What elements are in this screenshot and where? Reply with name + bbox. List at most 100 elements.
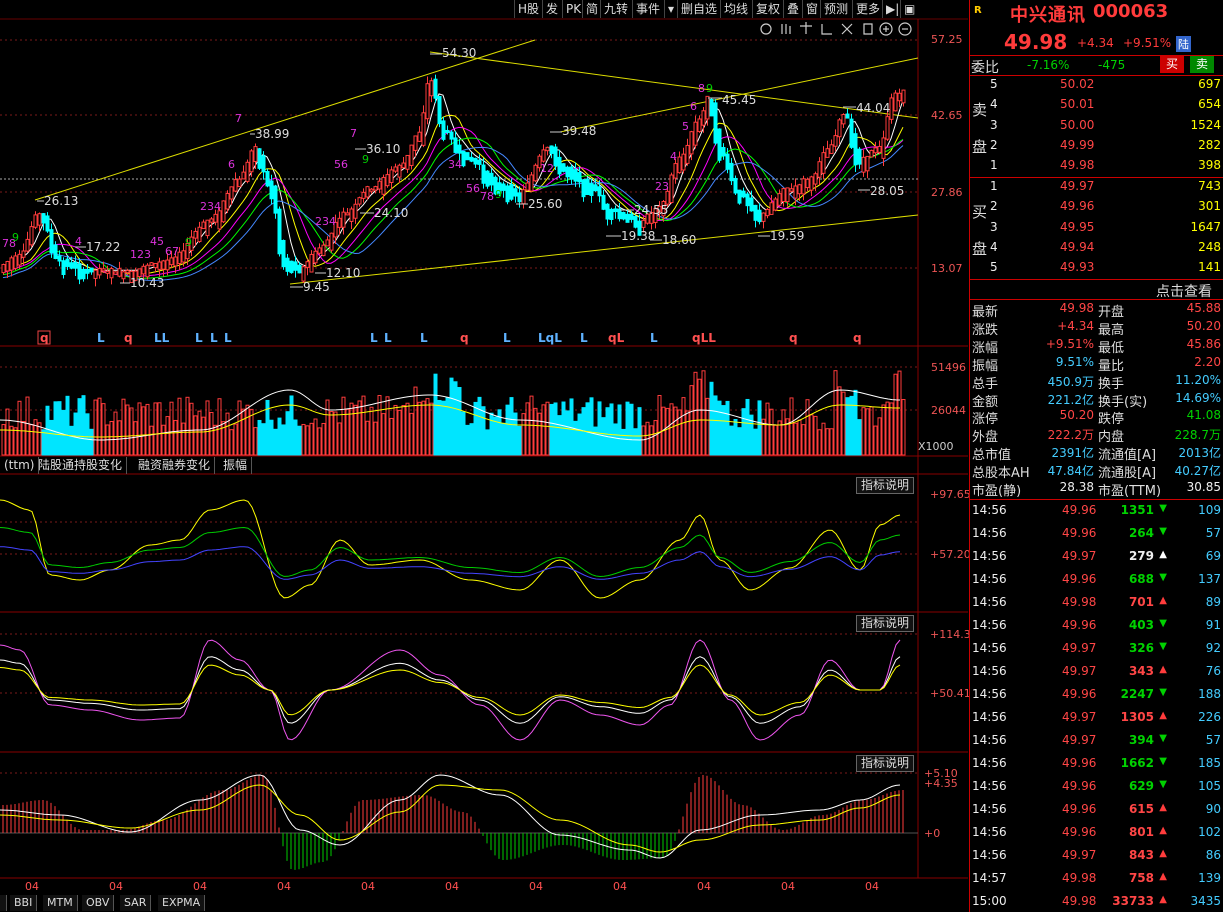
stat-label: 涨跌 <box>972 322 999 338</box>
volume-bar <box>305 425 310 456</box>
candle-body <box>785 187 790 203</box>
candle-body <box>109 268 114 279</box>
tick-row: 14:56 49.96 1351 ▼ 109 <box>970 503 1223 521</box>
volume-bar <box>325 399 330 456</box>
indicator-info-button-3[interactable]: 指标说明 <box>856 755 915 772</box>
indicator-info-button-2[interactable]: 指标说明 <box>856 615 915 632</box>
buy-level-row[interactable]: 3 49.95 1647 <box>970 220 1223 238</box>
candle-body <box>509 184 514 200</box>
bottom-tab-expma[interactable]: EXPMA <box>158 895 206 911</box>
candle-body <box>521 189 526 205</box>
volume-bar <box>237 400 242 456</box>
count-number: 9 <box>706 82 713 95</box>
tick-time: 14:56 <box>972 756 1007 770</box>
level-price: 49.98 <box>1060 158 1095 173</box>
buy-level-row[interactable]: 5 49.93 141 <box>970 260 1223 278</box>
bottom-tab-sar[interactable]: SAR <box>120 895 152 911</box>
sell-level-row[interactable]: 5 50.02 697 <box>970 77 1223 95</box>
candle-body <box>297 264 302 274</box>
buy-level-row[interactable]: 4 49.94 248 <box>970 240 1223 258</box>
candlestick-chart[interactable]: 789 41234567923467756 9234345678 912234568 9 <box>0 0 968 912</box>
undo-icon[interactable] <box>821 24 832 35</box>
buy-button[interactable]: 买 <box>1160 56 1184 73</box>
buy-level-row[interactable]: 1 49.97 743 <box>970 179 1223 197</box>
candle-body <box>753 204 758 221</box>
tab-northbound-holdings[interactable]: 陆股通持股变化 <box>34 457 128 474</box>
volume-bar <box>389 417 394 456</box>
hand-icon[interactable] <box>781 24 791 34</box>
candle-body <box>817 161 822 178</box>
candle-body <box>629 213 634 220</box>
candle-body <box>529 174 534 192</box>
candle-body <box>25 238 30 252</box>
copy-icon[interactable] <box>863 23 873 35</box>
level-volume: 1524 <box>1190 117 1221 132</box>
tick-price: 49.97 <box>1062 664 1097 678</box>
level-volume: 301 <box>1198 199 1221 214</box>
level-number: 2 <box>990 199 998 214</box>
candle-body <box>213 213 218 223</box>
count-number: 7 <box>350 127 357 140</box>
buy-level-row[interactable]: 2 49.96 301 <box>970 199 1223 217</box>
sell-level-row[interactable]: 4 50.01 654 <box>970 97 1223 115</box>
candle-body <box>853 133 858 166</box>
stat-row: 振幅 9.51% 量比 2.20 <box>970 355 1223 374</box>
stat-label: 市盈(静) <box>972 484 1022 499</box>
volume-bars[interactable] <box>1 370 906 456</box>
price-annotation: 36.10 <box>366 142 401 156</box>
sell-level-row[interactable]: 1 49.98 398 <box>970 158 1223 176</box>
tab-margin-trading[interactable]: 融资融券变化 <box>134 457 216 474</box>
candle-body <box>217 210 222 230</box>
tick-price: 49.97 <box>1062 549 1097 563</box>
volume-bar <box>417 401 422 456</box>
stat-label: 量比 <box>1098 358 1125 374</box>
volume-bar <box>841 391 846 456</box>
candle-body <box>821 152 826 174</box>
volume-bar <box>821 422 826 456</box>
candle-body <box>633 216 638 228</box>
volume-bar <box>769 408 774 456</box>
candle-body <box>769 202 774 215</box>
volume-bar <box>537 412 542 456</box>
tab-amplitude[interactable]: 振幅 <box>219 457 253 474</box>
volume-bar <box>197 410 202 456</box>
price-annotation: 9.45 <box>303 280 330 294</box>
candle-body <box>681 153 686 171</box>
candle-body <box>809 176 814 191</box>
candle-body <box>717 128 722 161</box>
volume-bar <box>477 396 482 456</box>
bottom-tab-bbi[interactable]: BBI <box>10 895 38 911</box>
volume-bar <box>837 386 842 456</box>
cut-icon[interactable] <box>841 23 853 35</box>
volume-bar <box>129 407 134 456</box>
sell-level-row[interactable]: 3 50.00 1524 <box>970 118 1223 136</box>
stat-label: 流通股[A] <box>1098 466 1157 482</box>
osc1-axis-label-top: +97.65 <box>930 488 971 501</box>
sell-button[interactable]: 卖 <box>1190 56 1214 73</box>
candle-body <box>21 250 26 258</box>
volume-bar <box>5 408 10 456</box>
candle-body <box>465 152 470 161</box>
tick-volume: 1351 <box>1120 503 1154 517</box>
tick-time: 14:56 <box>972 618 1007 632</box>
candle-body <box>749 197 754 212</box>
candle-body <box>405 154 410 170</box>
move-icon[interactable] <box>800 22 812 34</box>
indicator-info-button-1[interactable]: 指标说明 <box>856 477 915 494</box>
level-number: 1 <box>990 179 998 193</box>
volume-bar <box>713 395 718 456</box>
bottom-tab-obv[interactable]: OBV <box>82 895 115 911</box>
tick-row: 14:56 49.97 843 ▲ 86 <box>970 848 1223 866</box>
bottom-tab-mtm[interactable]: MTM <box>43 895 78 911</box>
level-price: 49.94 <box>1060 239 1095 254</box>
candle-body <box>517 192 522 203</box>
sell-level-row[interactable]: 2 49.99 282 <box>970 138 1223 156</box>
volume-bar <box>53 401 58 456</box>
candle-body <box>613 208 618 213</box>
eye-icon[interactable] <box>760 23 772 35</box>
volume-bar <box>61 409 66 456</box>
tick-row: 14:56 49.97 279 ▲ 69 <box>970 549 1223 567</box>
click-view-link[interactable]: 点击查看 <box>1156 281 1212 301</box>
chart-view-controls[interactable] <box>760 22 912 36</box>
level-price: 49.99 <box>1060 137 1095 152</box>
